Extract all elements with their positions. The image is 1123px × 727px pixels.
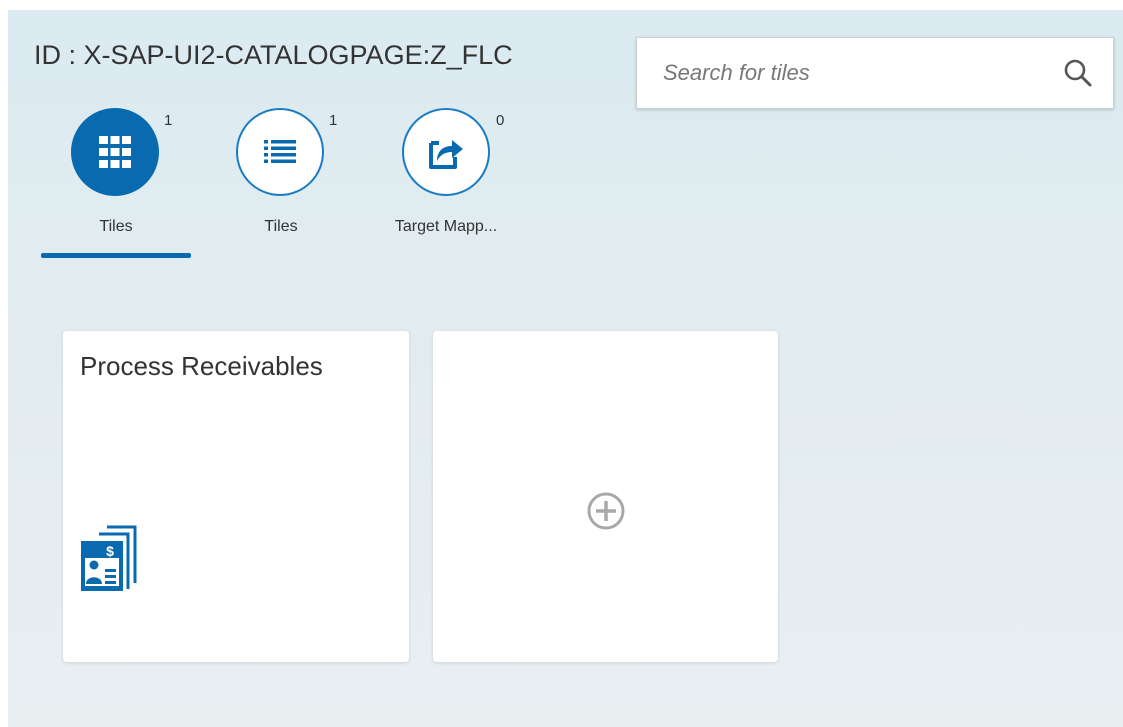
grid-icon bbox=[99, 136, 131, 168]
catalog-page: ID : X-SAP-UI2-CATALOGPAGE:Z_FLC Search … bbox=[8, 10, 1123, 727]
tab-label: Tiles bbox=[99, 218, 133, 235]
icon-tab-bar: 1 Tiles 1 Tiles 0 Target Mapp... bbox=[8, 108, 608, 263]
svg-text:$: $ bbox=[106, 543, 114, 559]
list-icon bbox=[264, 140, 296, 163]
tab-icon-circle bbox=[71, 108, 159, 196]
share-icon bbox=[429, 140, 463, 169]
tab-tiles-list[interactable]: 1 Tiles bbox=[206, 108, 356, 263]
tab-label: Target Mapp... bbox=[394, 218, 498, 235]
tab-target-mappings[interactable]: 0 Target Mapp... bbox=[371, 108, 521, 263]
tab-count-badge: 0 bbox=[496, 112, 505, 129]
tab-icon-circle bbox=[402, 108, 490, 196]
search-field[interactable] bbox=[636, 37, 1114, 109]
receivables-icon: $ bbox=[81, 525, 137, 591]
tile-process-receivables[interactable]: Process Receivables $ bbox=[63, 331, 409, 662]
tab-icon-circle bbox=[236, 108, 324, 196]
tile-title: Process Receivables bbox=[80, 351, 323, 381]
add-icon[interactable] bbox=[574, 479, 638, 543]
tab-tiles-grid[interactable]: 1 Tiles bbox=[41, 108, 191, 263]
page-title: ID : X-SAP-UI2-CATALOGPAGE:Z_FLC bbox=[34, 40, 513, 70]
selected-tab-indicator bbox=[41, 253, 191, 258]
tab-count-badge: 1 bbox=[329, 112, 338, 129]
search-input[interactable] bbox=[637, 38, 1037, 108]
add-tile[interactable] bbox=[433, 331, 778, 662]
search-icon[interactable] bbox=[1063, 58, 1093, 88]
tab-count-badge: 1 bbox=[164, 112, 173, 129]
tab-label: Tiles bbox=[264, 218, 298, 235]
